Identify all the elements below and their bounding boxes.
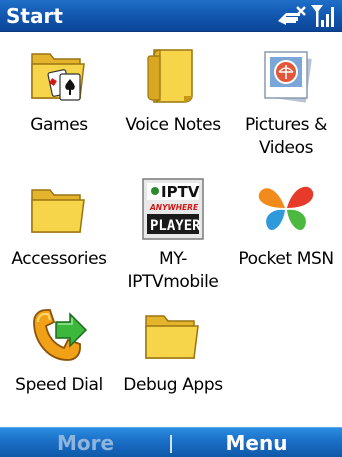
data-connection-x-icon[interactable] [276,5,310,29]
speed-dial-icon [33,309,88,361]
app-speed-dial[interactable]: Speed Dial [2,304,116,397]
iptv-logo-text: IPTV [161,183,200,201]
iptv-logo-player: PLAYER [150,218,201,234]
iptv-logo-subtext: ANYWHERE [149,203,199,212]
voice-notes-icon [147,49,193,103]
app-pocket-msn[interactable]: Pocket MSN [229,178,342,271]
app-games[interactable]: Games [2,44,116,137]
app-label: Debug Apps [123,375,223,395]
pictures-videos-icon [264,51,312,103]
app-label: Accessories [11,249,107,269]
iptv-player-icon: IPTV ANYWHERE PLAYER [142,178,204,240]
games-folder-icon [31,53,85,101]
app-label: Speed Dial [15,375,103,395]
folder-icon [145,315,199,359]
signal-strength-icon[interactable] [310,3,336,29]
app-my-iptvmobile[interactable]: IPTV ANYWHERE PLAYER MY- IPTVmobile [116,178,230,294]
window-title[interactable]: Start [6,4,63,28]
soft-key-bar: More Menu [0,427,342,457]
folder-icon [31,189,85,233]
app-label: Games [30,115,88,135]
app-pictures-videos[interactable]: Pictures & Videos [229,44,342,160]
app-voice-notes[interactable]: Voice Notes [116,44,230,137]
more-softkey[interactable]: More [0,430,171,456]
menu-softkey[interactable]: Menu [171,430,342,456]
app-label: Voice Notes [125,115,221,135]
status-icons[interactable] [276,3,336,29]
app-label: Pocket MSN [238,249,334,269]
app-label: Pictures & Videos [245,115,327,158]
msn-butterfly-icon [258,186,314,231]
app-accessories[interactable]: Accessories [2,178,116,271]
app-label: MY- IPTVmobile [127,249,219,292]
title-bar: Start [0,0,342,32]
app-debug-apps[interactable]: Debug Apps [116,304,230,397]
